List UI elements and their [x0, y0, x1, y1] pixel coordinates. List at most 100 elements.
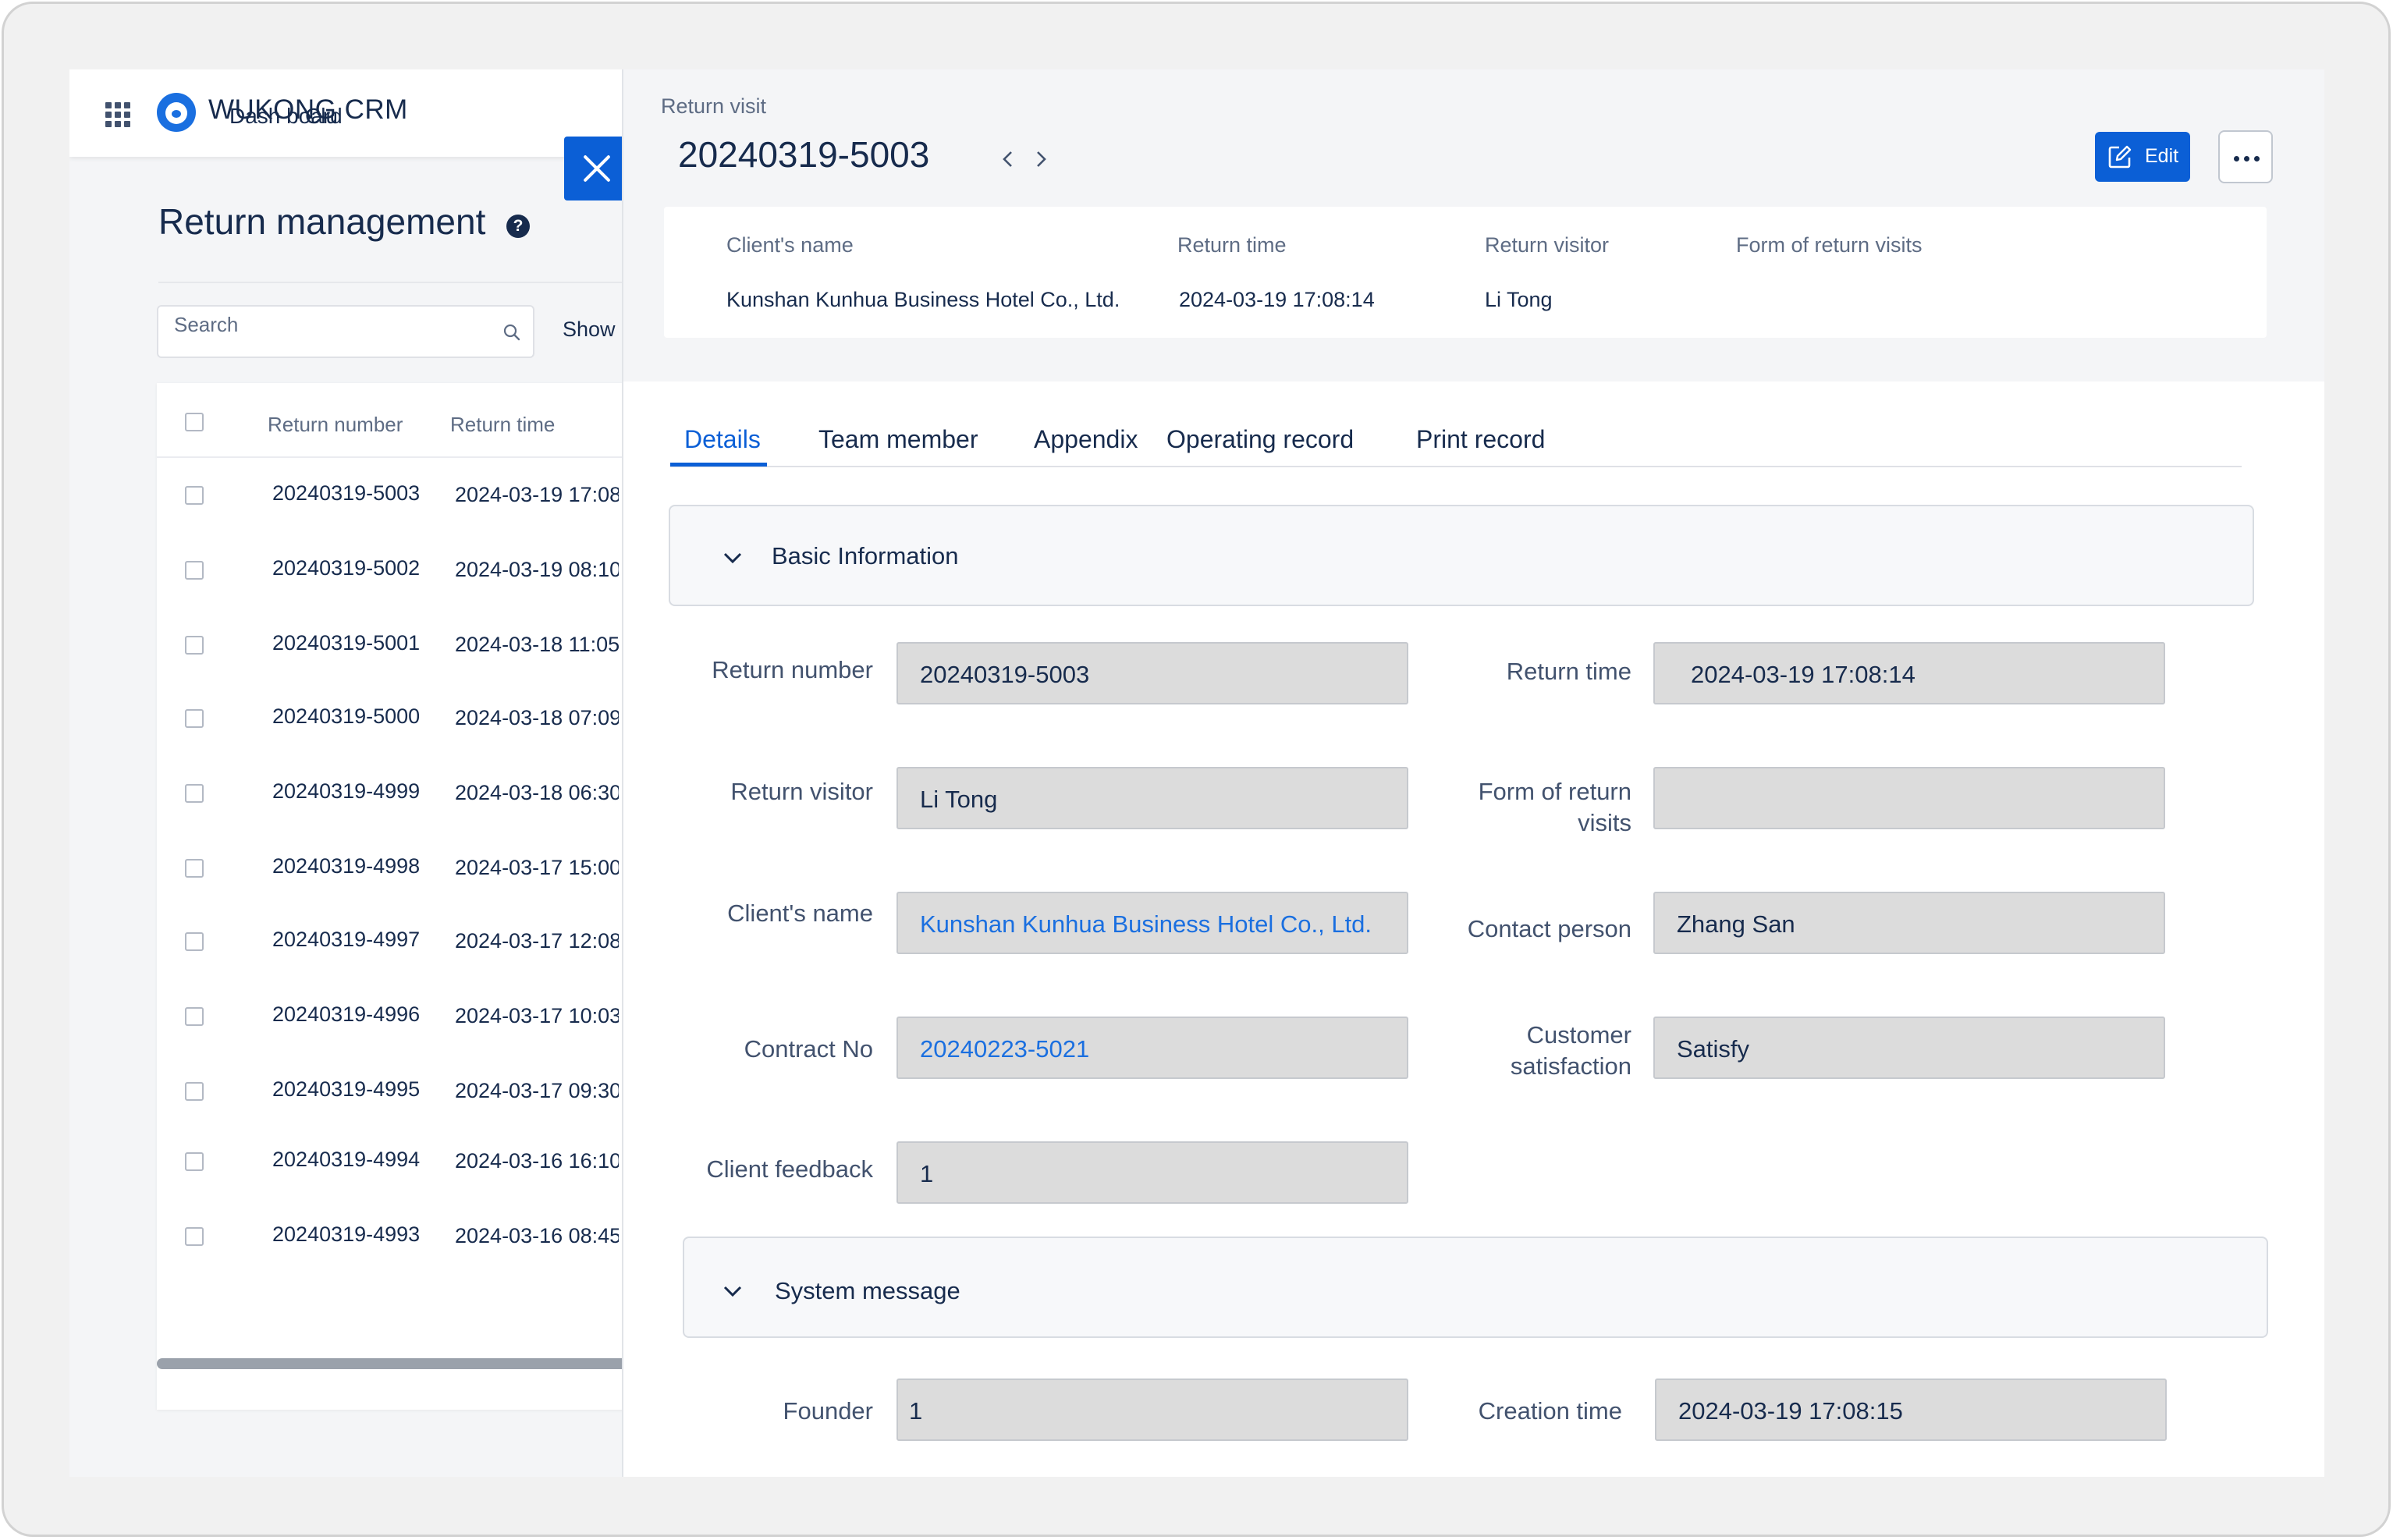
tab-appendix[interactable]: Appendix: [1034, 425, 1138, 454]
summary-label: Client's name: [726, 233, 854, 257]
summary-client-name: Kunshan Kunhua Business Hotel Co., Ltd.: [726, 288, 1120, 311]
row-checkbox[interactable]: [185, 709, 204, 728]
search-placeholder: Search: [174, 313, 239, 336]
basic-information-section[interactable]: Basic Information: [669, 505, 2254, 606]
chevron-left-icon[interactable]: [996, 147, 1020, 171]
table-row[interactable]: 20240319-4995 2024-03-17 09:30: [157, 1056, 687, 1130]
return-number-cell[interactable]: 20240319-5000: [272, 704, 420, 729]
summary-card: Client's name Return time Return visitor…: [664, 207, 2267, 338]
column-return-time[interactable]: Return time: [450, 413, 555, 437]
field-value: 20240319-5003: [920, 661, 1090, 688]
return-number-cell[interactable]: 20240319-4995: [272, 1077, 420, 1102]
summary-label: Form of return visits: [1736, 233, 1923, 257]
field-value: 2024-03-19 17:08:14: [1691, 661, 1915, 688]
section-title: Basic Information: [772, 542, 959, 570]
summary-label: Return visitor: [1485, 233, 1610, 257]
column-return-number[interactable]: Return number: [268, 413, 403, 437]
table-row[interactable]: 20240319-5001 2024-03-18 11:05: [157, 609, 687, 684]
chevron-down-icon[interactable]: [720, 545, 745, 570]
table-row[interactable]: 20240319-5000 2024-03-18 07:09: [157, 683, 687, 758]
summary-label: Return time: [1177, 233, 1287, 257]
table-row[interactable]: 20240319-4996 2024-03-17 10:03: [157, 981, 687, 1056]
return-number-cell[interactable]: 20240319-5001: [272, 631, 420, 655]
nav-clue[interactable]: Clu: [305, 104, 336, 129]
record-title: 20240319-5003: [678, 134, 930, 175]
summary-return-visitor: Li Tong: [1485, 288, 1553, 311]
row-checkbox[interactable]: [185, 561, 204, 580]
chevron-right-icon[interactable]: [1029, 147, 1053, 171]
edit-button[interactable]: Edit: [2095, 132, 2190, 182]
tab-team-member[interactable]: Team member: [818, 425, 978, 454]
clients-name-field: Kunshan Kunhua Business Hotel Co., Ltd.: [896, 892, 1408, 954]
table-row[interactable]: 20240319-4998 2024-03-17 15:00: [157, 832, 687, 907]
return-number-field: 20240319-5003: [896, 642, 1408, 704]
row-checkbox[interactable]: [185, 1007, 204, 1026]
more-options-button[interactable]: [2218, 130, 2273, 183]
client-name-link[interactable]: Kunshan Kunhua Business Hotel Co., Ltd.: [920, 910, 1372, 939]
contract-link[interactable]: 20240223-5021: [920, 1035, 1089, 1063]
field-value: 1: [920, 1160, 934, 1187]
return-number-cell[interactable]: 20240319-5003: [272, 481, 420, 506]
return-number-cell[interactable]: 20240319-5002: [272, 556, 420, 580]
page-title: Return management: [158, 201, 486, 242]
help-icon[interactable]: ?: [506, 215, 530, 238]
select-all-checkbox[interactable]: [185, 413, 204, 431]
table-row[interactable]: 20240319-4993 2024-03-16 08:45: [157, 1201, 687, 1276]
table-row[interactable]: 20240319-5003 2024-03-19 17:08: [157, 460, 687, 534]
active-tab-indicator: [670, 463, 767, 467]
show-filter[interactable]: Show: [563, 318, 616, 342]
return-visitor-field: Li Tong: [896, 767, 1408, 829]
search-input[interactable]: Search: [157, 305, 534, 358]
row-checkbox[interactable]: [185, 932, 204, 951]
tab-details[interactable]: Details: [684, 425, 761, 454]
row-checkbox[interactable]: [185, 859, 204, 878]
top-navigation: WUKONG CRM Dash board Clu: [69, 69, 647, 157]
return-time-cell: 2024-03-19 17:08: [455, 483, 619, 506]
close-detail-button[interactable]: [564, 137, 628, 200]
contact-person-field: Zhang San: [1653, 892, 2165, 954]
tab-print-record[interactable]: Print record: [1416, 425, 1545, 454]
return-time-field: 2024-03-19 17:08:14: [1653, 642, 2165, 704]
return-number-cell[interactable]: 20240319-4993: [272, 1222, 420, 1247]
row-checkbox[interactable]: [185, 486, 204, 505]
field-label-form-of-return-visits: Form of return visits: [1478, 778, 1631, 836]
field-label-return-time: Return time: [1506, 658, 1631, 685]
row-checkbox[interactable]: [185, 1227, 204, 1246]
detail-panel: Return visit 20240319-5003 Edit Client's…: [622, 69, 2324, 1477]
search-icon[interactable]: [503, 324, 520, 341]
field-label-founder: Founder: [783, 1397, 873, 1425]
return-number-cell[interactable]: 20240319-4994: [272, 1148, 420, 1172]
crm-app: WUKONG CRM Dash board Clu Return managem…: [69, 69, 2324, 1477]
return-table: Return number Return time 20240319-5003 2…: [157, 383, 687, 1410]
return-number-cell[interactable]: 20240319-4998: [272, 854, 420, 878]
form-of-return-visits-field: [1653, 767, 2165, 829]
divider: [158, 282, 689, 283]
chevron-down-icon[interactable]: [720, 1279, 745, 1304]
return-number-cell[interactable]: 20240319-4997: [272, 928, 420, 952]
table-row[interactable]: 20240319-4994 2024-03-16 16:10: [157, 1126, 687, 1201]
table-row[interactable]: 20240319-4999 2024-03-18 06:30: [157, 758, 687, 832]
table-row[interactable]: 20240319-5002 2024-03-19 08:10: [157, 534, 687, 609]
edit-icon: [2108, 145, 2132, 169]
row-checkbox[interactable]: [185, 636, 204, 655]
field-label-contract-no: Contract No: [744, 1035, 873, 1063]
contract-no-field: 20240223-5021: [896, 1017, 1408, 1079]
horizontal-scrollbar[interactable]: [157, 1358, 687, 1369]
return-number-cell[interactable]: 20240319-4996: [272, 1002, 420, 1027]
tab-operating-record[interactable]: Operating record: [1166, 425, 1354, 454]
return-time-cell: 2024-03-18 11:05: [455, 633, 619, 656]
row-checkbox[interactable]: [185, 1082, 204, 1101]
return-time-cell: 2024-03-16 08:45: [455, 1224, 619, 1247]
table-row[interactable]: 20240319-4997 2024-03-17 12:08: [157, 906, 687, 981]
app-grid-icon[interactable]: [105, 102, 130, 127]
row-checkbox[interactable]: [185, 784, 204, 803]
field-label-return-number: Return number: [712, 656, 873, 683]
field-value: 2024-03-19 17:08:15: [1678, 1397, 1903, 1425]
return-time-cell: 2024-03-17 10:03: [455, 1004, 619, 1027]
row-checkbox[interactable]: [185, 1152, 204, 1171]
field-label-client-feedback: Client feedback: [706, 1155, 873, 1183]
return-number-cell[interactable]: 20240319-4999: [272, 779, 420, 804]
field-value: 1: [909, 1397, 923, 1425]
field-label-clients-name: Client's name: [727, 900, 873, 927]
system-message-section[interactable]: System message: [683, 1237, 2268, 1338]
